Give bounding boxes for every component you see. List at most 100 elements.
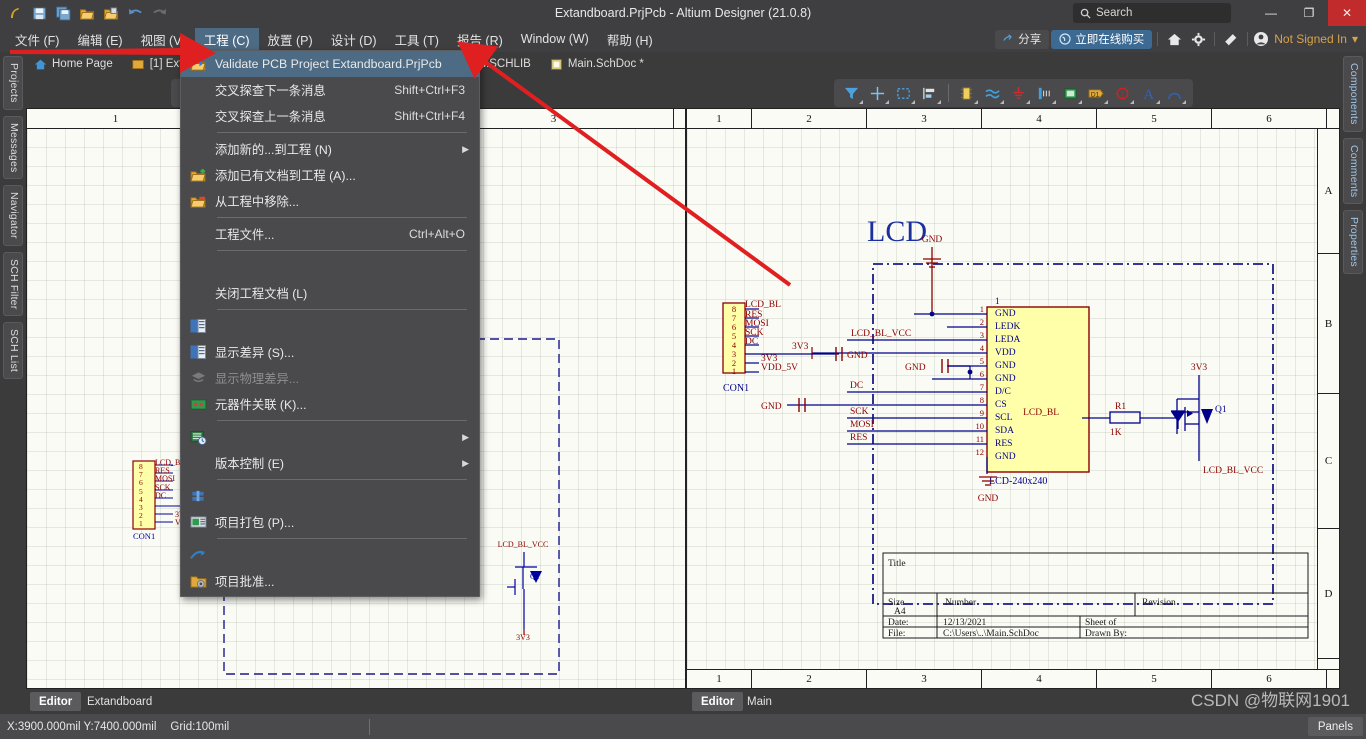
extensions-icon[interactable] (1220, 28, 1242, 50)
place-arc-tool[interactable] (1163, 81, 1187, 105)
show-physical-differences-icon (181, 339, 215, 365)
undo-icon[interactable] (124, 2, 146, 24)
maximize-button[interactable]: ❐ (1290, 0, 1328, 26)
minimize-button[interactable]: — (1252, 0, 1290, 26)
svg-text:DC: DC (155, 491, 166, 500)
menu-item-variants[interactable]: 元器件关联 (K)... (181, 391, 479, 417)
place-text-tool[interactable]: A (1137, 81, 1161, 105)
tab-main-schdoc[interactable]: Main.SchDoc * (542, 52, 655, 76)
panel-tab-main[interactable]: Main (738, 692, 781, 711)
place-directive-tool[interactable]: i (1111, 81, 1135, 105)
menu-item-show-physical-differences[interactable]: 显示差异 (S)... (181, 339, 479, 365)
menu-project[interactable]: 工程 (C) (194, 28, 259, 50)
select-area-tool[interactable] (892, 81, 916, 105)
tab-label: Home Page (52, 58, 113, 70)
place-port-tool[interactable] (1033, 81, 1057, 105)
svg-text:Q1: Q1 (1215, 405, 1227, 415)
open-icon[interactable] (76, 2, 98, 24)
panel-tab-editor-right[interactable]: Editor (692, 692, 744, 711)
dock-tab-components[interactable]: Components (1343, 56, 1363, 132)
menu-place[interactable]: 放置 (P) (259, 28, 322, 50)
dock-tab-sch-filter[interactable]: SCH Filter (3, 251, 23, 317)
dock-tab-projects[interactable]: Projects (3, 56, 23, 110)
place-wire-tool[interactable] (981, 81, 1005, 105)
svg-text:1: 1 (139, 519, 143, 528)
place-gnd-tool[interactable] (1007, 81, 1031, 105)
right-canvas[interactable]: 1 2 3 4 5 6 A B C D 1 2 3 4 5 6 LCD GND … (686, 108, 1340, 689)
svg-text:11: 11 (976, 434, 984, 444)
menu-item-label: 关闭工程文档 (L) (215, 287, 308, 301)
place-part-tool[interactable] (955, 81, 979, 105)
altium-logo-icon[interactable] (4, 2, 26, 24)
grid-indicator: Grid:100mil (170, 720, 230, 733)
menu-item-add-new-to-project[interactable]: 添加新的...到工程 (N) ▶ (181, 136, 479, 162)
right-sheet: 1 2 3 4 5 6 A B C D 1 2 3 4 5 6 LCD GND … (686, 108, 1340, 689)
menu-item-project-packager[interactable] (181, 483, 479, 509)
menu-item-add-existing-to-project[interactable]: 添加已有文档到工程 (A)... (181, 162, 479, 188)
menu-item-cross-probe-next[interactable]: 交叉探查下一条消息 Shift+Ctrl+F3 (181, 77, 479, 103)
save-all-icon[interactable] (52, 2, 74, 24)
menu-item-close-project[interactable]: 关闭工程文档 (L) (181, 280, 479, 306)
dock-tab-messages[interactable]: Messages (3, 115, 23, 179)
menu-item-component-links[interactable]: 显示物理差异... (181, 365, 479, 391)
menu-tools[interactable]: 工具 (T) (386, 28, 448, 50)
place-net-label-tool[interactable]: D1 (1085, 81, 1109, 105)
svg-text:i: i (1121, 89, 1123, 98)
menu-item-project-documents[interactable]: 工程文件... Ctrl+Alt+O (181, 221, 479, 247)
svg-text:LCD_BL_VCC: LCD_BL_VCC (1203, 466, 1263, 476)
search-input[interactable]: Search (1073, 3, 1231, 23)
sign-in-button[interactable]: Not Signed In ▾ (1253, 31, 1364, 47)
dock-tab-properties[interactable]: Properties (1343, 209, 1363, 274)
home-icon[interactable] (1163, 28, 1185, 50)
menu-item-shortcut: Shift+Ctrl+F3 (394, 83, 465, 97)
gear-icon[interactable] (1187, 28, 1209, 50)
close-button[interactable]: ✕ (1328, 0, 1366, 26)
share-button[interactable]: 分享 (995, 29, 1050, 49)
menu-item-local-history[interactable]: 版本控制 (E) ▶ (181, 450, 479, 476)
svg-text:D1: D1 (1091, 91, 1100, 98)
version-control-icon (181, 424, 215, 450)
file-label: File: (888, 629, 905, 639)
chevron-down-icon: ▾ (1351, 32, 1358, 46)
menu-window[interactable]: Window (W) (512, 28, 598, 50)
dock-tab-comments[interactable]: Comments (1343, 137, 1363, 204)
menu-item-project-releaser[interactable]: 项目打包 (P)... (181, 509, 479, 535)
menu-item-project-approval[interactable] (181, 542, 479, 568)
svg-text:GND: GND (995, 452, 1016, 462)
sheet-label: Sheet of (1085, 617, 1117, 628)
panels-button[interactable]: Panels (1307, 717, 1363, 736)
menu-item-validate-pcb-project[interactable]: Validate PCB Project Extandboard.PrjPcb (181, 51, 479, 77)
menu-help[interactable]: 帮助 (H) (598, 28, 662, 50)
buy-online-button[interactable]: 立即在线购买 (1051, 29, 1153, 49)
svg-text:3V3: 3V3 (792, 342, 809, 352)
tab-home-page[interactable]: Home Page (26, 52, 124, 76)
dock-tab-sch-list[interactable]: SCH List (3, 322, 23, 380)
home-icon (34, 59, 47, 69)
menu-item-label: 交叉探查下一条消息 (215, 84, 326, 98)
dock-tab-navigator[interactable]: Navigator (3, 185, 23, 246)
menu-item-show-differences[interactable] (181, 313, 479, 339)
menu-design[interactable]: 设计 (D) (322, 28, 386, 50)
crosshair-tool[interactable] (866, 81, 890, 105)
file-value: C:\Users\..\Main.SchDoc (943, 629, 1039, 639)
save-icon[interactable] (28, 2, 50, 24)
align-tool[interactable] (918, 81, 942, 105)
filter-tool[interactable] (840, 81, 864, 105)
menu-item-remove-from-project[interactable]: 从工程中移除... (181, 188, 479, 214)
panel-tab-extandboard[interactable]: Extandboard (78, 692, 161, 711)
menu-item-version-control[interactable]: ▶ (181, 424, 479, 450)
menu-item-close-project-documents[interactable] (181, 254, 479, 280)
svg-text:RES: RES (995, 439, 1012, 449)
menu-reports[interactable]: 报告 (R) (448, 28, 512, 50)
menu-view[interactable]: 视图 (V) (132, 28, 195, 50)
open-project-icon[interactable] (100, 2, 122, 24)
divider (1157, 32, 1159, 46)
redo-icon[interactable] (148, 2, 170, 24)
svg-text:LCD_BL: LCD_BL (1023, 408, 1059, 418)
menu-item-cross-probe-prev[interactable]: 交叉探查上一条消息 Shift+Ctrl+F4 (181, 103, 479, 129)
menu-edit[interactable]: 编辑 (E) (68, 28, 131, 50)
menu-item-project-options[interactable]: 项目批准... (181, 568, 479, 594)
menu-file[interactable]: 文件 (F) (6, 28, 68, 50)
place-sheet-symbol-tool[interactable] (1059, 81, 1083, 105)
panel-tab-editor-left[interactable]: Editor (30, 692, 82, 711)
